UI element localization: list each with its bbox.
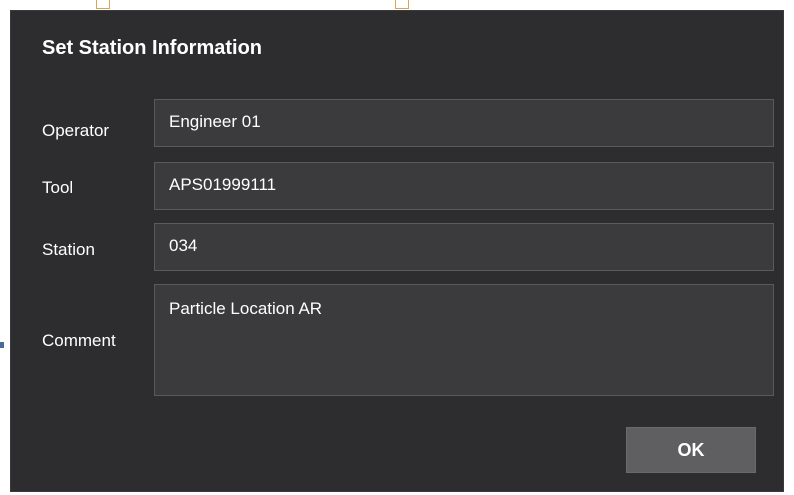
ok-button[interactable]: OK — [626, 427, 756, 473]
background-edge-mark — [0, 342, 4, 348]
comment-label: Comment — [42, 331, 116, 350]
station-label: Station — [42, 240, 95, 259]
background-marker-icon — [96, 0, 110, 9]
operator-label: Operator — [42, 121, 110, 140]
dialog-title: Set Station Information — [42, 37, 262, 59]
operator-input[interactable]: Engineer 01 — [154, 99, 774, 147]
background-strip — [0, 0, 794, 10]
tool-input[interactable]: APS01999111 — [154, 162, 774, 210]
station-input[interactable]: 034 — [154, 223, 774, 271]
comment-textarea[interactable]: Particle Location AR — [154, 284, 774, 396]
set-station-dialog: Set Station Information Operator Enginee… — [10, 10, 784, 492]
tool-label: Tool — [42, 178, 74, 197]
background-marker-icon — [395, 0, 409, 9]
